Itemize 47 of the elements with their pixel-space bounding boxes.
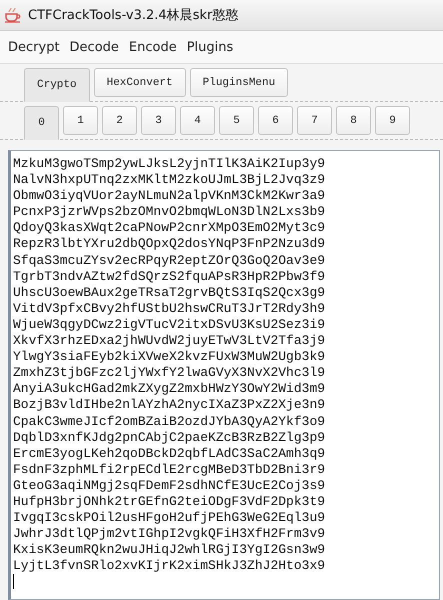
text-line: JwhrJ3dtlQPjm2vtIGhpI2vgkQFiH3XfH2Frm3v9 xyxy=(13,526,326,542)
tab[interactable]: 0 xyxy=(24,106,59,140)
text-cursor xyxy=(13,574,14,590)
text-line: ErcmE3yogLKeh2qoDBckD2qbfLAdC3SaC2Amh3q9 xyxy=(13,446,326,462)
text-line: BozjB3vldIHbe2nlAYzhA2nycIXaZ3PxZ2Xje3n9 xyxy=(13,397,326,414)
text-line: MzkuM3gwoTSmp2ywLJksL2yjnTIlK3AiK2Iup3y9 xyxy=(13,156,326,172)
tab[interactable]: 2 xyxy=(102,106,137,135)
coffee-cup-icon xyxy=(4,7,22,23)
tab[interactable]: 9 xyxy=(375,106,410,135)
text-line: KxisK3eumRQkn2wuJHiqJ2whlRGjI3YgI2Gsn3w9 xyxy=(13,542,326,558)
text-line: FsdnF3zphMLfi2rpECdlE2rcgMBeD3TbD2Bni3r9 xyxy=(13,462,326,478)
text-line: ObmwO3iyqVUor2ayNLmuN2alpVKnM3CkM2Kwr3a9 xyxy=(13,188,326,204)
tab[interactable]: 6 xyxy=(258,106,293,135)
menu-item[interactable]: Plugins xyxy=(186,40,234,54)
tab[interactable]: 8 xyxy=(336,106,371,135)
menu-item[interactable]: Decrypt xyxy=(8,40,60,54)
text-line: HufpH3brjONhk2trGEfnG2teiODgF3VdF2Dpk3t9 xyxy=(13,494,326,510)
text-line: UhscU3oewBAux2geTRsaT2grvBQtS3IqS2Qcx3g9 xyxy=(13,284,326,301)
text-line: XkvfX3rhzEDxa2jhWUvdW2juyETwV3LtV2Tfa3j9 xyxy=(13,333,326,350)
tab[interactable]: 5 xyxy=(219,106,254,135)
text-line: YlwgY3siaFEyb2kiXVweX2kvzFUxW3MuW2Ugb3k9 xyxy=(13,349,326,366)
text-line: DqblD3xnfKJdg2pnCAbjC2paeKZcB3RzB2Zlg3p9 xyxy=(13,430,326,446)
tab[interactable]: 4 xyxy=(180,106,215,135)
output-text-area[interactable] xyxy=(8,150,440,600)
text-line: ZmxhZ3tjbGFzc2ljYWxfY2lwaGVyX3NvX2Vhc3l9 xyxy=(13,365,326,382)
text-line: GteoG3aqiNMgj2sqFDemF2sdhNCfE3UcE2Coj3s9 xyxy=(13,478,326,494)
text-line: QdoyQ3kasXWqt2caPNowP2cnrXMpO3EmO2Myt3c9 xyxy=(13,220,326,236)
tab[interactable]: PluginsMenu xyxy=(190,68,288,97)
text-line: SfqaS3mcuZYsv2ecRPqyR2eptZOrQ3GoQ2Oav3e9 xyxy=(13,252,326,269)
menu-item[interactable]: Encode xyxy=(128,40,177,54)
tab[interactable]: HexConvert xyxy=(94,68,186,97)
text-line: LyjtL3fvnSRlo2xvKIjrK2ximSHkJ3ZhJ2Hto3x9 xyxy=(13,558,326,574)
window-title: CTFCrackTools-v3.2.4林晨skr憨憨 xyxy=(28,7,238,24)
tab[interactable]: 3 xyxy=(141,106,176,135)
text-line: IvgqI3cskPOil2usHFgoH2ufjPEhG3WeG2Eql3u9 xyxy=(13,510,326,526)
tab[interactable]: 1 xyxy=(63,106,98,135)
text-line: WjueW3qgyDCwz2igVTucV2itxDSvU3KsU2Sez3i9 xyxy=(13,316,326,334)
menu-item[interactable]: Decode xyxy=(70,40,119,54)
text-line: TgrbT3ndvAZtw2fdSQrzS2fquAPsR3HpR2Pbw3f9 xyxy=(13,268,326,285)
text-line: RepzR3lbtYXru2dbQOpxQ2dosYNqP3FnP2Nzu3d9 xyxy=(13,236,326,253)
text-line: CpakC3wmeJIcf2omBZaiB2ozdJYbA3QyA2Ykf3o9 xyxy=(13,414,326,430)
text-line: PcnxP3jzrWVps2bzOMnvO2bmqWLoN3DlN2Lxs3b9 xyxy=(13,204,326,220)
text-line: NalvN3hxpUTnq2zxMKltM2zkoUJmL3BjL2Jvq3z9 xyxy=(13,172,326,188)
tab[interactable]: Crypto xyxy=(24,68,90,102)
text-line: VitdV3pfxCBvy2hfUStbU2hswCRuT3JrT2Rdy3h9 xyxy=(13,300,326,317)
text-line: AnyiA3ukcHGad2mkZXygZ2mxbHWzY3OwY2Wid3m9 xyxy=(13,381,326,398)
tab[interactable]: 7 xyxy=(297,106,332,135)
